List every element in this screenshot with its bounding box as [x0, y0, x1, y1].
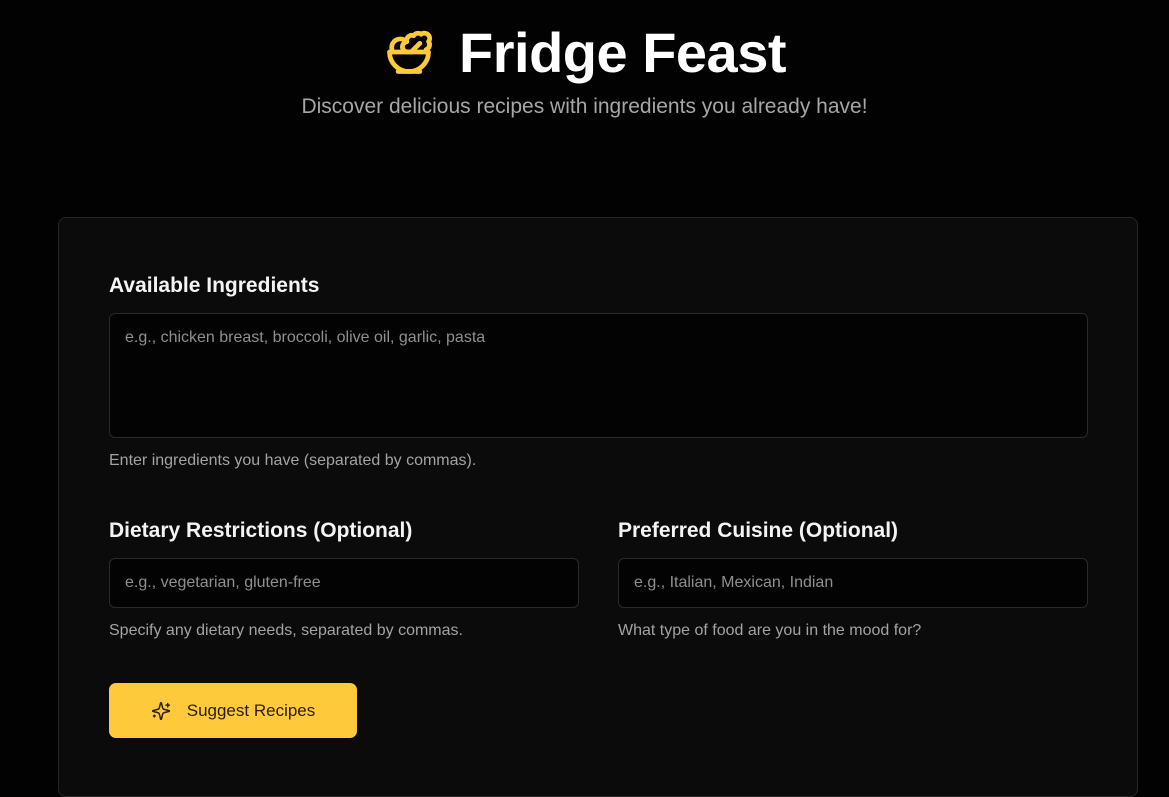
- suggest-recipes-button[interactable]: Suggest Recipes: [109, 683, 357, 738]
- title-row: Fridge Feast: [383, 18, 786, 86]
- suggest-recipes-label: Suggest Recipes: [186, 700, 316, 720]
- cuisine-help: What type of food are you in the mood fo…: [618, 622, 922, 639]
- cuisine-label: Preferred Cuisine (Optional): [618, 519, 899, 542]
- app-title: Fridge Feast: [459, 20, 786, 84]
- cuisine-input[interactable]: [618, 558, 1088, 608]
- app-header: Fridge Feast Discover delicious recipes …: [0, 0, 1169, 119]
- recipe-form-card: Available Ingredients Enter ingredients …: [58, 217, 1138, 797]
- dietary-help: Specify any dietary needs, separated by …: [109, 622, 463, 639]
- ingredients-input[interactable]: [109, 313, 1088, 438]
- dietary-label: Dietary Restrictions (Optional): [109, 519, 413, 542]
- sparkles-icon: [151, 701, 171, 721]
- dietary-input[interactable]: [109, 558, 579, 608]
- app-subtitle: Discover delicious recipes with ingredie…: [301, 95, 868, 118]
- salad-bowl-icon: [383, 26, 435, 78]
- ingredients-help: Enter ingredients you have (separated by…: [109, 452, 477, 469]
- ingredients-label: Available Ingredients: [109, 274, 320, 297]
